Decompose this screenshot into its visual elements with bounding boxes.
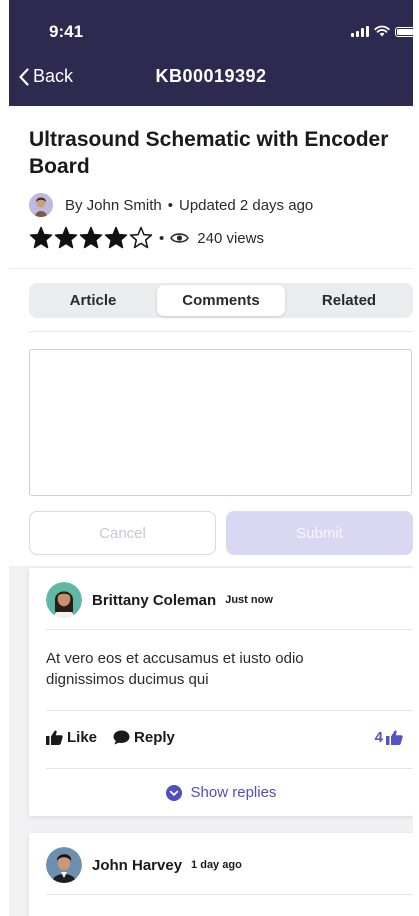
nav-header: 9:41 Back KB00019392 [9, 0, 413, 106]
chevron-down-circle-icon [165, 784, 182, 801]
views-count: 240 views [197, 229, 264, 247]
like-label: Like [67, 729, 98, 746]
back-label: Back [33, 66, 74, 86]
comment-actions: Like Reply [46, 729, 191, 746]
like-count-value: 4 [374, 729, 383, 746]
reply-button[interactable]: Reply [113, 729, 175, 746]
star-icon[interactable] [54, 226, 78, 250]
star-icon[interactable] [129, 226, 153, 250]
cancel-button[interactable]: Cancel [29, 511, 216, 555]
wifi-icon [374, 25, 390, 37]
comment-time: 1 day ago [191, 859, 242, 871]
comment-author[interactable]: Brittany Coleman [92, 592, 216, 609]
cellular-signal-icon [351, 26, 369, 37]
tab-related[interactable]: Related [285, 283, 413, 318]
divider [9, 268, 413, 269]
meta-separator: • [167, 196, 173, 214]
comment-text: At vero eos et accusamus et iusto odio d… [46, 650, 304, 688]
status-icons [351, 25, 413, 37]
tab-comments[interactable]: Comments [157, 285, 285, 316]
tab-article[interactable]: Article [29, 283, 157, 318]
show-replies-label: Show replies [190, 784, 277, 801]
star-icon[interactable] [79, 226, 103, 250]
comments-feed: Brittany Coleman Just now At vero eos et… [9, 566, 413, 916]
speech-bubble-icon [113, 730, 130, 745]
divider [46, 768, 413, 769]
rating-separator: • [159, 229, 165, 247]
thumbs-up-icon [386, 730, 403, 745]
comment-time: Just now [225, 594, 273, 606]
commenter-avatar[interactable] [46, 582, 82, 618]
star-rating[interactable] [29, 226, 153, 250]
commenter-avatar[interactable] [46, 847, 82, 883]
article-updated: Updated 2 days ago [178, 196, 314, 214]
segmented-tabs: Article Comments Related [29, 283, 413, 318]
author-avatar [29, 193, 53, 217]
comment-header: John Harvey 1 day ago [46, 847, 242, 883]
like-count[interactable]: 4 [375, 729, 403, 746]
star-icon[interactable] [29, 226, 53, 250]
thumbs-up-icon [46, 730, 63, 745]
comment-card: John Harvey 1 day ago [29, 833, 413, 916]
comment-author[interactable]: John Harvey [92, 857, 182, 874]
status-time: 9:41 [49, 22, 84, 41]
star-icon[interactable] [104, 226, 128, 250]
divider [46, 710, 413, 711]
divider [46, 894, 413, 895]
show-replies-button[interactable]: Show replies [29, 784, 413, 801]
divider [29, 331, 413, 332]
eye-icon [170, 233, 190, 243]
comment-header: Brittany Coleman Just now [46, 582, 273, 618]
comment-input[interactable] [29, 349, 412, 496]
app-screen: 9:41 Back KB00019392 Ultrasound Schemati… [9, 0, 413, 916]
reply-label: Reply [134, 729, 175, 746]
like-button[interactable]: Like [46, 729, 97, 746]
article-meta: By John Smith • Updated 2 days ago [29, 193, 313, 217]
chevron-left-icon [19, 67, 29, 86]
battery-icon [395, 27, 413, 37]
back-button[interactable]: Back [19, 66, 73, 87]
article-author[interactable]: By John Smith [65, 197, 162, 214]
article-rating: • 240 views [29, 226, 264, 250]
submit-button[interactable]: Submit [226, 511, 413, 555]
divider [46, 629, 413, 630]
comment-card: Brittany Coleman Just now At vero eos et… [29, 568, 413, 816]
article-title: Ultrasound Schematic with Encoder Board [29, 128, 389, 178]
